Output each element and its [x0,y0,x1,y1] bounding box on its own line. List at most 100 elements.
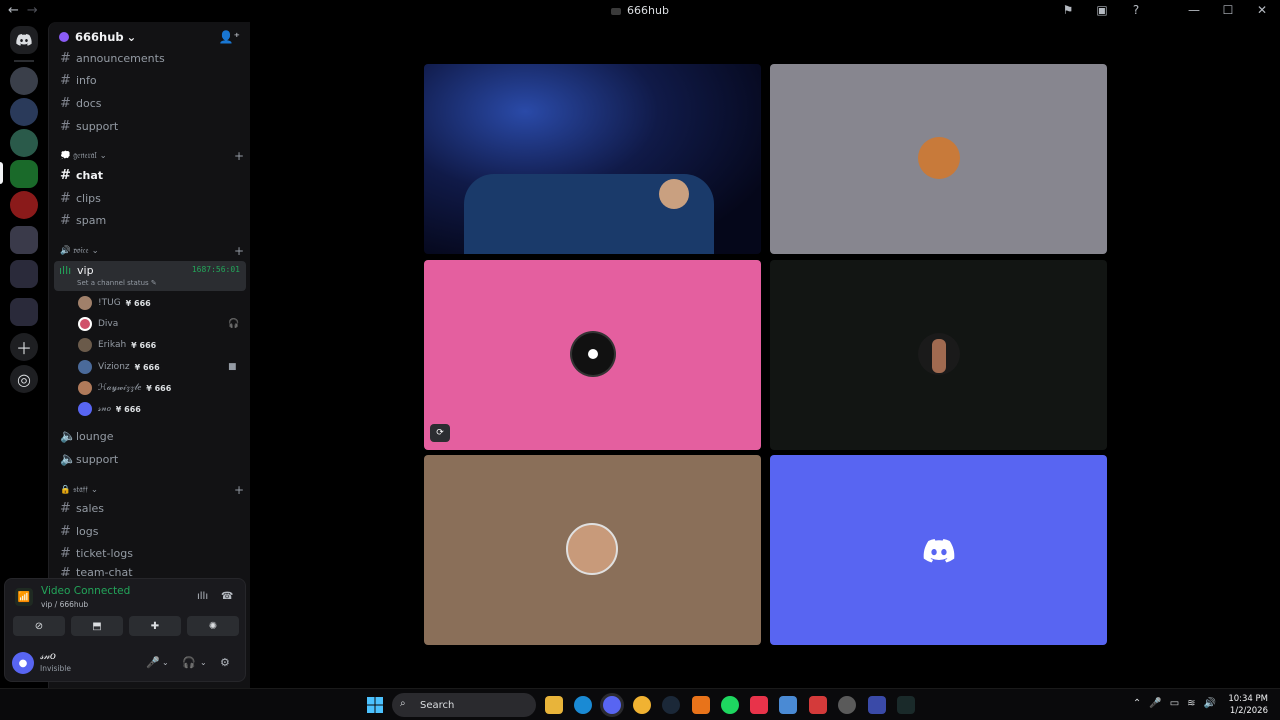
chevron-up-icon[interactable]: ⌃ [1133,698,1141,709]
video-tile-3[interactable]: ⟳ [424,260,761,450]
invite-people-icon[interactable]: 👤⁺ [219,30,240,44]
channel-team-chat[interactable]: # team-chat [54,566,244,576]
taskbar-search[interactable]: ⌕ Search [392,693,536,717]
channel-ticket-logs[interactable]: # ticket-logs [54,543,244,563]
channel-docs[interactable]: # docs [54,93,244,113]
chevron-down-icon[interactable]: ⌄ [200,658,207,667]
server-icon-3[interactable] [10,129,38,157]
clan-badge: ¥ 666 [115,404,141,414]
chevron-down-icon[interactable]: ⌄ [162,658,169,667]
avatar [78,360,92,374]
hash-icon: # [60,523,71,539]
avatar [78,296,92,310]
server-folder-3[interactable] [10,298,38,326]
voice-user[interactable]: ℋ𝒶𝓎𝓌𝒾𝓏𝓏𝓁𝑒 ¥ 666 [78,379,171,397]
maximize-button[interactable]: ☐ [1220,3,1236,17]
category-voice[interactable]: 🔊 𝔳𝔬𝔦𝔠𝔢 ⌄ + [60,244,244,258]
server-icon-1[interactable] [10,67,38,95]
microphone-icon[interactable]: 🎤 [146,656,160,669]
windows-start-icon[interactable] [366,696,384,714]
category-staff[interactable]: 🔒 𝔰𝔱𝔞𝔣𝔣 ⌄ + [60,483,244,497]
steam-icon[interactable] [662,696,680,714]
terminal-icon[interactable] [897,696,915,714]
speaker-icon: 🔈 [60,428,77,444]
voice-user[interactable]: !TUG ¥ 666 [78,294,151,312]
voice-user[interactable]: Diva 🎧 [78,315,239,333]
video-tile-6[interactable] [770,455,1107,645]
spotify-icon[interactable] [721,696,739,714]
app-icon-indigo[interactable] [868,696,886,714]
voice-channel-vip[interactable]: ıllı vip 1687:56:01 Set a channel status… [54,261,246,291]
edge-browser-icon[interactable] [574,696,592,714]
activities-button[interactable]: ✚ [129,616,181,636]
settings-gear-icon[interactable]: ⚙ [220,656,230,669]
server-icon-2[interactable] [10,98,38,126]
create-channel-icon[interactable]: + [234,483,244,497]
soundboard-button[interactable]: ✺ [187,616,239,636]
signal-strength-icon[interactable]: 📶 [15,588,33,606]
video-tile-2[interactable] [770,64,1107,254]
channel-spam[interactable]: # spam [54,210,244,230]
close-button[interactable]: ✕ [1254,3,1270,17]
voice-user[interactable]: Erikah ¥ 666 [78,336,156,354]
channel-support[interactable]: # support [54,116,244,136]
channel-status[interactable]: Set a channel status ✎ [77,279,157,287]
discord-home-icon[interactable] [10,26,38,54]
microphone-icon[interactable]: 🎤 [1149,698,1161,709]
server-icon [611,7,622,15]
video-tile-4[interactable] [770,260,1107,450]
connection-state[interactable]: Video Connected [41,585,130,597]
channel-voice-support[interactable]: 🔈 support [54,449,244,469]
user-panel: ● 𝓈𝓃𝑜 Invisible 🎤 ⌄ 🎧 ⌄ ⚙ [4,646,246,682]
network-icon[interactable]: ▭ [1170,698,1179,709]
app-icon-gray[interactable] [838,696,856,714]
category-general[interactable]: 💭 𝔤𝔢𝔫𝔢𝔯𝔞𝔩 ⌄ + [60,149,244,163]
disconnect-icon[interactable]: ☎ [221,591,233,602]
avatar[interactable]: ● [12,652,34,674]
server-icon-666hub[interactable] [10,160,38,188]
server-icon-5[interactable] [10,191,38,219]
app-icon-orange[interactable] [692,696,710,714]
app-icon-red[interactable] [809,696,827,714]
video-tile-5[interactable] [424,455,761,645]
channel-logs[interactable]: # logs [54,521,244,541]
inbox-flag-icon[interactable]: ⚑ [1060,3,1076,17]
avatar [78,317,92,331]
connection-location[interactable]: vip / 666hub [41,600,88,609]
app-icon-yellow[interactable] [633,696,651,714]
file-explorer-icon[interactable] [545,696,563,714]
voice-user[interactable]: 𝓈𝓃𝑜 ¥ 666 [78,400,141,418]
share-screen-button[interactable]: ⬒ [71,616,123,636]
create-channel-icon[interactable]: + [234,244,244,258]
channel-lounge[interactable]: 🔈 lounge [54,426,244,446]
clock[interactable]: 10:34 PM 1/2/2026 [1228,693,1268,717]
server-folder-2[interactable] [10,260,38,288]
camera-off-button[interactable]: ⊘ [13,616,65,636]
discord-taskbar-icon[interactable] [603,696,621,714]
server-folder-1[interactable] [10,226,38,254]
help-icon[interactable]: ? [1128,3,1144,17]
channel-clips[interactable]: # clips [54,188,244,208]
inbox-icon[interactable]: ▣ [1094,3,1110,17]
user-name[interactable]: 𝓈𝓃𝑜 [40,651,56,662]
explore-servers-icon[interactable]: ◎ [10,365,38,393]
minimize-button[interactable]: — [1186,3,1202,17]
noise-suppression-icon[interactable]: ıllı [197,591,208,602]
channel-info[interactable]: # info [54,70,244,90]
add-server-icon[interactable]: ＋ [10,333,38,361]
voice-user[interactable]: Vizionz ¥ 666 ■ [78,358,237,376]
avatar [78,402,92,416]
channel-sales[interactable]: # sales [54,498,244,518]
tiktok-icon[interactable] [750,696,768,714]
wifi-icon[interactable]: ≋ [1187,698,1195,709]
stream-indicator-icon[interactable]: ⟳ [430,424,450,442]
create-channel-icon[interactable]: + [234,149,244,163]
video-tile-stream[interactable] [424,64,761,254]
channel-announcements[interactable]: # announcements [54,48,244,68]
app-icon-blue[interactable] [779,696,797,714]
clan-badge: ¥ 666 [125,298,151,308]
headphones-icon[interactable]: 🎧 [182,656,196,669]
volume-icon[interactable]: 🔊 [1204,698,1216,709]
channel-chat[interactable]: # chat [54,165,244,185]
avatar [566,523,618,575]
